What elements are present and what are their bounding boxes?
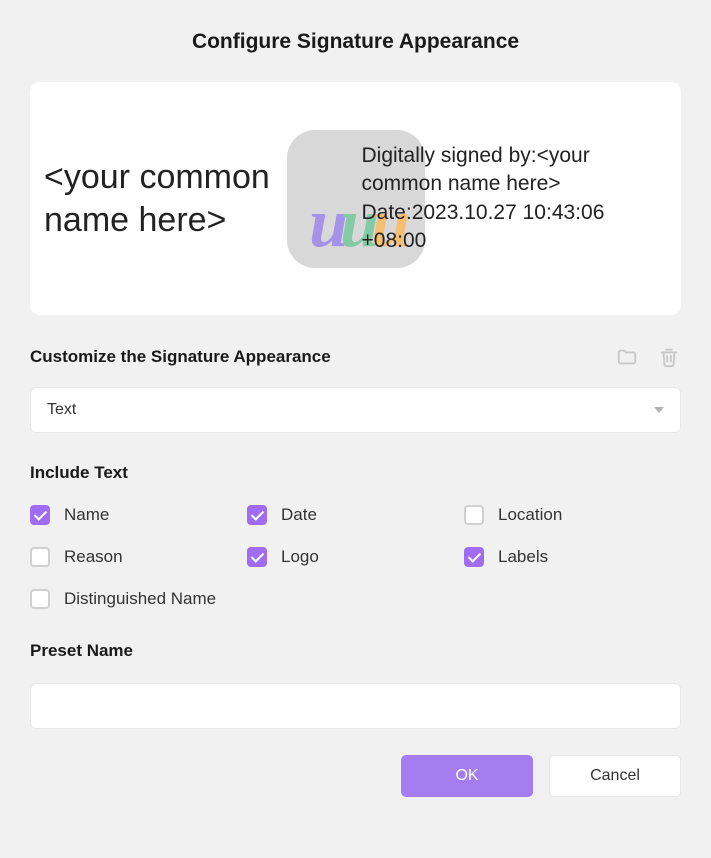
checkbox-reason[interactable]: Reason bbox=[30, 547, 247, 567]
checkbox-label: Name bbox=[64, 505, 109, 525]
dialog-title: Configure Signature Appearance bbox=[30, 30, 681, 54]
chevron-down-icon bbox=[654, 407, 664, 413]
preview-details: Digitally signed by:<your common name he… bbox=[354, 142, 672, 255]
checkbox-box bbox=[247, 505, 267, 525]
checkbox-distinguished-name[interactable]: Distinguished Name bbox=[30, 589, 681, 609]
checkbox-label: Reason bbox=[64, 547, 123, 567]
preview-signed-by: Digitally signed by:<your common name he… bbox=[362, 142, 672, 199]
checkbox-label: Logo bbox=[281, 547, 319, 567]
appearance-type-select[interactable]: Text bbox=[30, 387, 681, 433]
cancel-button[interactable]: Cancel bbox=[549, 755, 681, 797]
include-text-options: Name Date Location Reason Logo Labels Di… bbox=[30, 505, 681, 609]
appearance-type-value: Text bbox=[47, 401, 76, 419]
open-folder-icon[interactable] bbox=[615, 345, 639, 369]
checkbox-box bbox=[30, 547, 50, 567]
preview-common-name: <your common name here> bbox=[40, 156, 354, 241]
checkbox-label: Date bbox=[281, 505, 317, 525]
checkbox-box bbox=[247, 547, 267, 567]
preview-date: Date:2023.10.27 10:43:06 +08:00 bbox=[362, 199, 672, 256]
checkbox-label: Distinguished Name bbox=[64, 589, 216, 609]
checkbox-date[interactable]: Date bbox=[247, 505, 464, 525]
customize-label: Customize the Signature Appearance bbox=[30, 347, 331, 367]
include-text-label: Include Text bbox=[30, 463, 681, 483]
signature-preview: uuu <your common name here> Digitally si… bbox=[30, 82, 681, 315]
checkbox-location[interactable]: Location bbox=[464, 505, 681, 525]
delete-icon[interactable] bbox=[657, 345, 681, 369]
checkbox-labels[interactable]: Labels bbox=[464, 547, 681, 567]
ok-button[interactable]: OK bbox=[401, 755, 533, 797]
preset-name-label: Preset Name bbox=[30, 641, 681, 661]
checkbox-name[interactable]: Name bbox=[30, 505, 247, 525]
checkbox-label: Location bbox=[498, 505, 562, 525]
checkbox-label: Labels bbox=[498, 547, 548, 567]
preset-name-input[interactable] bbox=[30, 683, 681, 729]
checkbox-box bbox=[30, 589, 50, 609]
checkbox-box bbox=[464, 547, 484, 567]
checkbox-box bbox=[30, 505, 50, 525]
checkbox-logo[interactable]: Logo bbox=[247, 547, 464, 567]
checkbox-box bbox=[464, 505, 484, 525]
